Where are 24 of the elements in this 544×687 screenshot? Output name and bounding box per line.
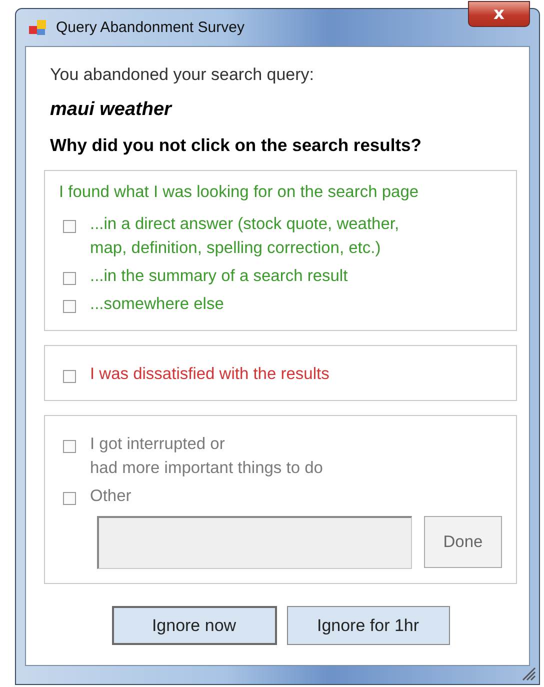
checkbox[interactable] — [63, 300, 76, 313]
checkbox-label: ...somewhere else — [90, 294, 224, 315]
ignore-later-button[interactable]: Ignore for 1hr — [286, 606, 450, 645]
checkbox[interactable] — [63, 272, 76, 285]
checkbox-label: ...in a direct answer (stock quote, weather, map, definition, spelling correction, etc.) — [90, 214, 400, 259]
query-text: maui weather — [50, 99, 174, 121]
checkbox[interactable] — [63, 492, 76, 505]
checkbox-label: Other — [90, 486, 132, 507]
checkbox[interactable] — [63, 220, 76, 233]
resize-grip-icon[interactable] — [520, 665, 536, 681]
window-title: Query Abandonment Survey — [56, 19, 244, 36]
checkbox-label: ...in the summary of a search result — [90, 266, 348, 287]
done-button[interactable]: Done — [424, 516, 502, 568]
close-button[interactable]: x — [468, 1, 530, 27]
checkbox-label: I got interrupted or had more important things to do — [90, 434, 323, 479]
app-icon — [28, 18, 48, 36]
ignore-button[interactable]: Ignore now — [112, 606, 276, 645]
checkbox[interactable] — [63, 440, 76, 453]
prompt-text: You abandoned your search query: — [50, 65, 316, 85]
question-text: Why did you not click on the search results? — [50, 135, 422, 156]
input-field[interactable] — [97, 516, 412, 569]
checkbox[interactable] — [63, 370, 76, 383]
checkbox-label: I was dissatisfied with the results — [90, 364, 330, 385]
group-heading: I found what I was looking for on the search page — [59, 183, 419, 202]
